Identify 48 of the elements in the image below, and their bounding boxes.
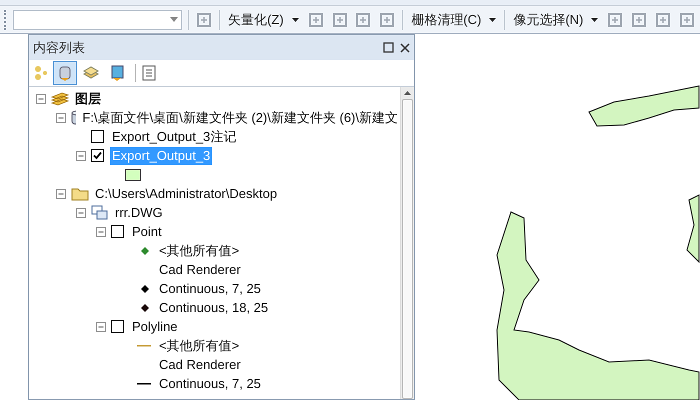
- tree-item[interactable]: Export_Output_3注记: [110, 128, 238, 146]
- toolbar-menu[interactable]: 矢量化(Z): [226, 10, 301, 30]
- line-symbol-icon: [137, 382, 151, 386]
- cad-dataset-icon: [91, 204, 109, 220]
- layer-checkbox[interactable]: [111, 320, 124, 333]
- renderer-label: Cad Renderer: [158, 260, 242, 278]
- layer-checkbox[interactable]: [91, 130, 104, 143]
- scrollbar[interactable]: [400, 87, 414, 399]
- tree-item[interactable]: F:\桌面文件\桌面\新建文件夹 (2)\新建文件夹 (6)\新建文: [80, 108, 400, 126]
- tree-item[interactable]: rrr.DWG: [113, 204, 165, 222]
- collapse-toggle[interactable]: [96, 322, 106, 332]
- collapse-toggle[interactable]: [76, 208, 86, 218]
- tree-item[interactable]: Polyline: [130, 318, 180, 336]
- tree-item[interactable]: Point: [130, 222, 164, 240]
- collapse-toggle[interactable]: [96, 226, 106, 236]
- close-icon[interactable]: [400, 42, 410, 52]
- tree-item[interactable]: Continuous, 18, 25: [157, 298, 270, 316]
- caret-icon: [292, 18, 299, 22]
- toolbar-menu[interactable]: 像元选择(N): [511, 10, 600, 30]
- toc-view-tab[interactable]: [53, 61, 77, 85]
- toolbar-menu[interactable]: 栅格清理(C): [409, 10, 498, 30]
- layer-checkbox[interactable]: [111, 225, 124, 238]
- tree-item[interactable]: Continuous, 7, 25: [157, 374, 263, 392]
- tree-item[interactable]: C:\Users\Administrator\Desktop: [93, 184, 280, 202]
- point-symbol-icon: [141, 284, 149, 292]
- panel-title: 内容列表: [33, 38, 85, 57]
- tree-item[interactable]: <其他所有值>: [157, 242, 242, 260]
- collapse-toggle[interactable]: [36, 94, 46, 104]
- layers-icon: [51, 92, 69, 106]
- collapse-toggle[interactable]: [76, 150, 86, 160]
- tree-item[interactable]: Continuous, 7, 25: [157, 280, 263, 298]
- caret-icon: [489, 18, 496, 22]
- point-symbol-icon: [141, 304, 149, 312]
- point-symbol-icon: [141, 246, 149, 254]
- renderer-label: Cad Renderer: [158, 356, 242, 374]
- scroll-up-icon[interactable]: [404, 91, 411, 95]
- collapse-toggle[interactable]: [56, 188, 66, 198]
- line-symbol-icon: [137, 344, 151, 348]
- folder-icon: [71, 186, 89, 200]
- caret-icon: [591, 18, 598, 22]
- layer-checkbox[interactable]: [91, 149, 104, 162]
- tree-item[interactable]: 图层: [73, 90, 103, 108]
- options-icon[interactable]: [142, 65, 156, 81]
- database-icon: [71, 110, 76, 126]
- collapse-toggle[interactable]: [56, 112, 66, 122]
- maximize-icon[interactable]: [383, 42, 394, 53]
- dropdown-caret-icon[interactable]: [170, 17, 178, 22]
- tree-item[interactable]: <其他所有值>: [157, 336, 242, 354]
